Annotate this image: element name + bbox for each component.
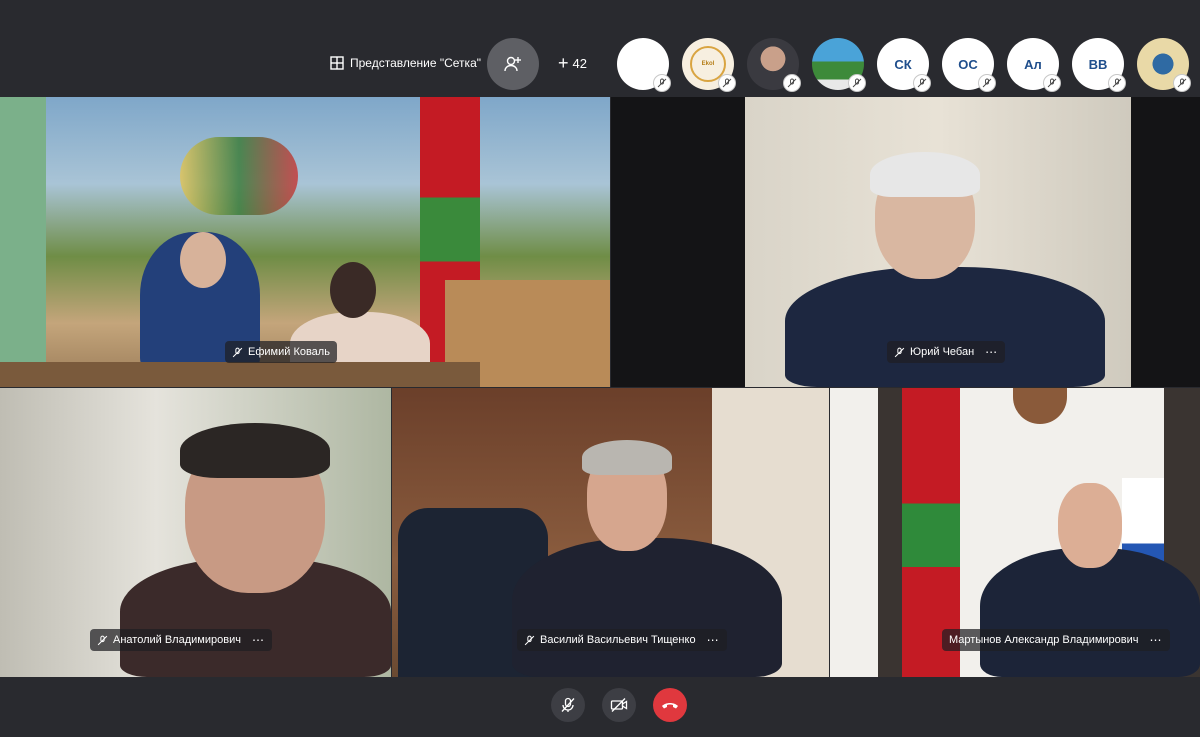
avatar[interactable]: СК: [877, 38, 931, 92]
grid-view-button[interactable]: Представление "Сетка" ⌄: [330, 52, 497, 74]
mic-off-icon: [1043, 74, 1061, 92]
plus-icon: +: [558, 53, 569, 73]
mic-off-icon: [718, 74, 736, 92]
participant-head: [330, 262, 376, 318]
mute-button[interactable]: [551, 688, 585, 722]
banner-background: [0, 97, 46, 387]
mic-off-icon: [232, 347, 243, 357]
mic-off-icon: [783, 74, 801, 92]
participant-figure: [785, 267, 1105, 387]
participant-hair: [870, 152, 980, 197]
avatar[interactable]: Ekol: [682, 38, 736, 92]
mic-off-icon: [524, 635, 535, 645]
desk: [0, 362, 480, 387]
avatar[interactable]: ОС: [942, 38, 996, 92]
more-options-icon[interactable]: ⋯: [985, 345, 998, 359]
mic-off-icon: [894, 347, 905, 357]
participant-figure: [512, 538, 782, 677]
participant-head: [1058, 483, 1122, 568]
avatar[interactable]: [812, 38, 866, 92]
add-person-icon: [504, 56, 521, 72]
participant-hair: [180, 423, 330, 478]
mic-off-icon: [848, 74, 866, 92]
mic-off-icon: [561, 697, 575, 712]
video-tile-tishchenko[interactable]: Василий Васильевич Тищенко ⋯: [392, 388, 829, 677]
participant-name: Юрий Чебан: [910, 346, 975, 358]
wall-panel: [878, 388, 902, 677]
mic-off-icon: [1108, 74, 1126, 92]
video-tile-martynov[interactable]: Мартынов Александр Владимирович ⋯: [830, 388, 1200, 677]
grid-view-label: Представление "Сетка": [350, 56, 482, 70]
more-options-icon[interactable]: ⋯: [252, 633, 265, 647]
phone-hangup-icon: [662, 703, 678, 709]
ministry-logo: [180, 137, 298, 215]
call-controls: [0, 678, 1200, 737]
more-participants-button[interactable]: + 42: [558, 52, 587, 74]
avatar[interactable]: Ал: [1007, 38, 1061, 92]
mic-off-icon: [653, 74, 671, 92]
mic-off-icon: [97, 635, 108, 645]
mic-off-icon: [1173, 74, 1191, 92]
participant-name-chip: Василий Васильевич Тищенко ⋯: [517, 629, 727, 651]
participant-head: [180, 232, 226, 288]
participant-name: Ефимий Коваль: [248, 346, 330, 358]
avatar-initials: СК: [894, 56, 912, 72]
camera-off-icon: [610, 698, 628, 712]
participant-name: Анатолий Владимирович: [113, 634, 241, 646]
video-tile-cheban[interactable]: Юрий Чебан ⋯: [611, 97, 1200, 387]
more-options-icon[interactable]: ⋯: [707, 633, 720, 647]
participant-hair: [582, 440, 672, 475]
participant-name-chip: Анатолий Владимирович ⋯: [90, 629, 272, 651]
more-options-icon[interactable]: ⋯: [1150, 633, 1163, 647]
camera-button[interactable]: [602, 688, 636, 722]
participant-name: Мартынов Александр Владимирович: [949, 634, 1139, 646]
end-call-button[interactable]: [653, 688, 687, 722]
emblem: [1013, 388, 1067, 424]
participant-name: Василий Васильевич Тищенко: [540, 634, 696, 646]
avatar-initials: ОС: [958, 56, 978, 72]
grid-icon: [330, 56, 344, 70]
video-tile-koval[interactable]: Ефимий Коваль: [0, 97, 610, 387]
participant-name-chip: Мартынов Александр Владимирович ⋯: [942, 629, 1170, 651]
video-tile-anatoly[interactable]: Анатолий Владимирович ⋯: [0, 388, 391, 677]
avatar[interactable]: ВВ: [1072, 38, 1126, 92]
avatar[interactable]: [1137, 38, 1191, 92]
avatar-initials: ВВ: [1088, 56, 1108, 72]
avatar-initials: Ал: [1024, 56, 1042, 72]
avatar[interactable]: [747, 38, 801, 92]
participant-avatar-strip: Ekol СК ОС Ал ВВ: [617, 38, 1191, 92]
mic-off-icon: [978, 74, 996, 92]
avatar[interactable]: [617, 38, 671, 92]
top-bar: Представление "Сетка" ⌄ + 42 Ekol СК: [0, 0, 1200, 96]
participant-name-chip: Ефимий Коваль: [225, 341, 337, 363]
mic-off-icon: [913, 74, 931, 92]
more-participants-count: 42: [572, 55, 587, 71]
participant-name-chip: Юрий Чебан ⋯: [887, 341, 1006, 363]
add-participant-button[interactable]: [487, 38, 539, 90]
